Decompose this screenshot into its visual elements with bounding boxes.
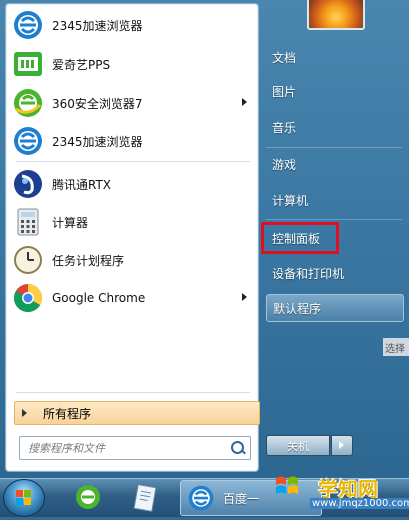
rtx-icon (12, 168, 44, 200)
program-item-task-scheduler[interactable]: 任务计划程序 (9, 242, 255, 278)
right-link-computer[interactable]: 计算机 (266, 186, 404, 214)
iqiyi-icon (12, 48, 44, 80)
right-link-label: 游戏 (272, 157, 297, 172)
browser-360-icon (12, 87, 44, 119)
taskbar-360-browser[interactable] (66, 480, 110, 514)
right-link-label: 图片 (272, 84, 297, 99)
program-item-rtx[interactable]: 腾讯通RTX (9, 166, 255, 202)
program-label: 360安全浏览器7 (52, 96, 143, 111)
right-separator (266, 147, 402, 148)
shutdown-options-arrow[interactable] (331, 435, 353, 456)
right-link-label: 默认程序 (273, 301, 322, 316)
start-orb-icon[interactable] (3, 479, 45, 517)
program-label: 任务计划程序 (52, 253, 125, 268)
taskbar-window-title: 百度一 (223, 491, 260, 506)
all-programs-separator (16, 392, 250, 393)
right-separator (266, 219, 402, 220)
all-programs-button[interactable]: 所有程序 (14, 401, 260, 425)
all-programs-label: 所有程序 (43, 406, 92, 421)
clock-icon (12, 244, 44, 276)
right-link-devices-printers[interactable]: 设备和打印机 (266, 259, 404, 287)
programs-panel: 2345加速浏览器 爱奇艺PPS 360安全浏览器7 2345加速浏览器 腾讯通… (5, 3, 260, 472)
chrome-icon (12, 282, 44, 314)
browser-2345-icon (12, 9, 44, 41)
expand-arrow-icon (22, 409, 27, 417)
program-item-google-chrome[interactable]: Google Chrome (9, 280, 255, 316)
right-link-label: 设备和打印机 (272, 266, 345, 281)
right-link-pictures[interactable]: 图片 (266, 77, 404, 105)
program-item-calculator[interactable]: 计算器 (9, 204, 255, 240)
program-label: Google Chrome (52, 291, 146, 305)
watermark-url: www.jmqz1000.com (310, 498, 409, 509)
browser-360-icon (76, 485, 100, 509)
right-link-label: 音乐 (272, 120, 297, 135)
right-link-documents[interactable]: 文档 (266, 43, 404, 71)
windows-logo-icon (276, 476, 298, 494)
shutdown-label: 关机 (287, 439, 309, 453)
side-tooltip-text: 选择 (385, 343, 405, 355)
right-link-label: 文档 (272, 50, 297, 65)
submenu-arrow-icon (242, 293, 247, 301)
right-link-games[interactable]: 游戏 (266, 150, 404, 178)
program-item-iqiyi-pps[interactable]: 爱奇艺PPS (9, 46, 255, 82)
program-label: 2345加速浏览器 (52, 18, 143, 33)
taskbar-notepad[interactable] (124, 480, 168, 514)
search-input[interactable]: 搜索程序和文件 (19, 436, 251, 460)
search-placeholder: 搜索程序和文件 (28, 442, 105, 455)
submenu-arrow-icon (242, 98, 247, 106)
start-menu: 2345加速浏览器 爱奇艺PPS 360安全浏览器7 2345加速浏览器 腾讯通… (0, 0, 409, 478)
shutdown-button[interactable]: 关机 (266, 435, 330, 456)
program-separator (16, 161, 250, 162)
calculator-icon (12, 206, 44, 238)
highlight-box (261, 222, 339, 254)
browser-2345-icon (188, 485, 214, 511)
program-label: 爱奇艺PPS (52, 57, 111, 72)
program-label: 2345加速浏览器 (52, 134, 143, 149)
program-label: 腾讯通RTX (52, 177, 112, 192)
program-item-2345-browser-2[interactable]: 2345加速浏览器 (9, 123, 255, 159)
program-label: 计算器 (52, 215, 89, 230)
user-picture[interactable] (307, 0, 365, 30)
side-tooltip: 选择 (383, 338, 409, 356)
right-link-music[interactable]: 音乐 (266, 113, 404, 141)
notepad-icon (133, 484, 157, 512)
program-item-2345-browser[interactable]: 2345加速浏览器 (9, 7, 255, 43)
search-icon[interactable] (231, 441, 244, 454)
right-link-label: 计算机 (272, 193, 309, 208)
program-item-360-browser[interactable]: 360安全浏览器7 (9, 85, 255, 121)
browser-2345-icon (12, 125, 44, 157)
right-link-default-programs[interactable]: 默认程序 (266, 294, 404, 322)
